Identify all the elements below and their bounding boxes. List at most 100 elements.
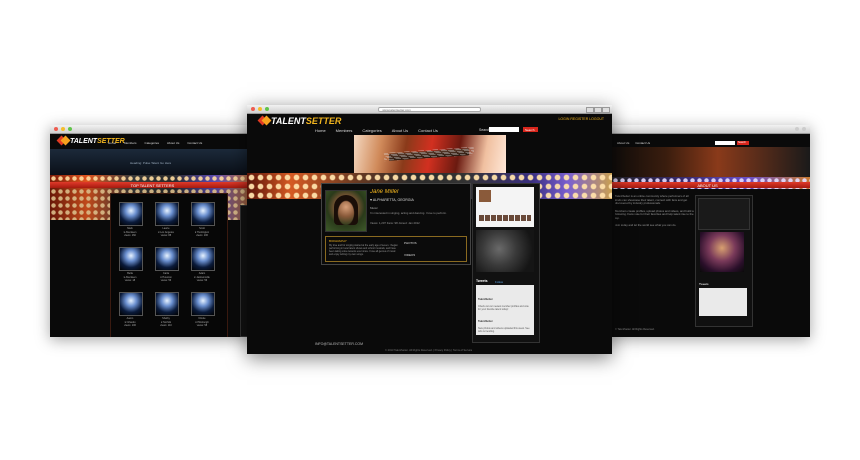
profile-panel: Jane Miller ♥ ALPHARETTA, GEORGIA Music …	[321, 183, 471, 265]
center-browser-window: www.talentsetter.com TALENTSETTER LOGIN …	[247, 105, 612, 354]
logo-text-a: TALENT	[70, 137, 98, 145]
talent-thumb[interactable]	[191, 202, 215, 226]
left-nav: Home Members Categories About Us Contact…	[108, 141, 202, 145]
profile-hair	[334, 195, 358, 225]
nav-home[interactable]: Home	[315, 128, 326, 133]
right-search-button-label: Search	[738, 141, 746, 144]
talent-thumb[interactable]	[155, 247, 179, 271]
talent-meta: views: 110	[160, 324, 172, 327]
right-tweet-list	[699, 288, 747, 316]
talent-thumb[interactable]	[191, 292, 215, 316]
sidebar-link-photos[interactable]: PHOTOS	[404, 241, 417, 245]
talent-meta: views: 106	[124, 324, 136, 327]
nav-home[interactable]: Home	[108, 141, 116, 145]
talent-thumb[interactable]	[155, 292, 179, 316]
talent-thumb[interactable]	[191, 247, 215, 271]
tweets-heading: Tweets	[476, 279, 488, 283]
hero-banner-guitar	[354, 135, 506, 173]
nav-members[interactable]: Members	[336, 128, 353, 133]
talent-meta: views: 56	[160, 279, 172, 282]
logo-text-b: SETTER	[305, 116, 342, 126]
profile-photo[interactable]	[325, 190, 367, 232]
sidebar-thumbs	[479, 215, 531, 221]
profile-location: ♥ ALPHARETTA, GEORGIA	[370, 198, 414, 202]
nav-contact[interactable]: Contact Us	[187, 141, 202, 145]
center-sidebar: Tweets Follow TalentSetter Check out our…	[472, 183, 540, 343]
center-url-bar[interactable]: www.talentsetter.com	[378, 106, 481, 112]
talent-meta: views: 106	[196, 234, 208, 237]
about-paragraph-2: Members create profiles, upload photos a…	[615, 208, 694, 220]
talent-meta: views: 58	[196, 324, 208, 327]
talent-meta: views: 88	[160, 234, 172, 237]
window-zoom-icon[interactable]	[594, 107, 602, 113]
tweet-list: TalentSetter Check out our newest member…	[476, 285, 534, 335]
right-footer: © TalentSetter. All Rights Reserved.	[615, 328, 655, 331]
nav-about[interactable]: About Us	[617, 141, 629, 145]
center-browser-chrome: www.talentsetter.com	[247, 105, 612, 114]
search-button[interactable]: Search	[523, 127, 538, 132]
footer-email[interactable]: INFO@TALENTSETTER.COM	[315, 342, 363, 346]
right-sidebar-photo[interactable]	[700, 232, 744, 272]
profile-category: Music	[370, 206, 378, 210]
logo-diamond-icon	[58, 136, 68, 146]
right-sidebar: Tweets	[695, 195, 753, 327]
profile-name: Jane Miller	[370, 189, 400, 195]
left-browser-chrome	[50, 125, 255, 134]
profile-stats: Views: 1,207 Fans: 98 Joined: Jan 2012	[370, 221, 420, 225]
sidebar-avatar[interactable]	[479, 190, 491, 202]
profile-description: I'm interested in singing, acting and da…	[370, 211, 447, 215]
search-button-label: Search	[525, 127, 535, 132]
left-talent-grid: Mark ♥ Aberdeen views: 160 Laurie ♥ Los Ange…	[110, 193, 228, 337]
bio-box: BIOGRAPHY My love and for singing starte…	[325, 236, 467, 262]
left-banner: Heading: Pulse Talent Go Here	[50, 149, 255, 175]
talent-meta: views: 56	[196, 279, 208, 282]
bio-heading: BIOGRAPHY	[329, 239, 347, 243]
search-input[interactable]	[489, 127, 519, 132]
talent-thumb[interactable]	[119, 247, 143, 271]
talent-thumb[interactable]	[119, 292, 143, 316]
tweet-item: TalentSetter New photos and videos uploa…	[478, 309, 532, 333]
right-sidebar-profile-box	[698, 198, 750, 230]
nav-about[interactable]: About Us	[392, 128, 408, 133]
right-search-button[interactable]: Search	[737, 141, 749, 145]
top-account-links[interactable]: LOGIN REGISTER LOGOUT	[558, 117, 604, 121]
about-paragraph-1: TalentSetter is an online community wher…	[615, 194, 689, 205]
tweet-user[interactable]: TalentSetter	[478, 320, 493, 323]
left-banner-caption: Heading: Pulse Talent Go Here	[130, 161, 172, 165]
talent-thumb[interactable]	[119, 202, 143, 226]
sidebar-video-thumb[interactable]	[476, 230, 534, 272]
nav-about[interactable]: About Us	[167, 141, 179, 145]
nav-categories[interactable]: Categories	[362, 128, 381, 133]
right-search-input[interactable]	[715, 141, 735, 145]
right-nav: About Us Contact Us	[617, 141, 650, 145]
nav-categories[interactable]: Categories	[145, 141, 160, 145]
left-browser-window: TALENTSETTER Home Members Categories Abo…	[50, 125, 255, 337]
talent-thumb[interactable]	[155, 202, 179, 226]
guitar-strings	[383, 146, 475, 162]
nav-members[interactable]: Members	[124, 141, 137, 145]
center-logo[interactable]: TALENTSETTER	[259, 116, 341, 126]
tweet-text: New photos and videos uploaded this week…	[478, 327, 530, 333]
talent-meta: views: 160	[124, 234, 136, 237]
right-browser-window: About Us Contact Us Search ABOUT US Tale…	[605, 125, 810, 337]
logo-diamond-icon	[259, 116, 269, 126]
right-section-title: ABOUT US	[697, 183, 718, 188]
window-minimize-icon[interactable]	[586, 107, 594, 113]
tweets-follow-button[interactable]: Follow	[495, 280, 503, 284]
window-close-icon[interactable]	[602, 107, 610, 113]
bio-text: My love and for singing started at the e…	[329, 244, 398, 256]
logo-text-a: TALENT	[271, 116, 306, 126]
right-content: TalentSetter is an online community wher…	[615, 194, 695, 228]
talent-meta: views: 18	[124, 279, 136, 282]
right-section-bar: ABOUT US	[605, 182, 810, 188]
sidebar-link-videos[interactable]: VIDEOS	[404, 253, 415, 257]
footer-copyright: © 2013 TalentSetter. All Rights Reserved…	[385, 349, 473, 352]
about-paragraph-3: Join today and let the world see what yo…	[615, 223, 677, 227]
center-nav: Home Members Categories About Us Contact…	[315, 128, 438, 133]
nav-contact[interactable]: Contact Us	[418, 128, 438, 133]
right-tweets-heading: Tweets	[699, 282, 709, 286]
nav-contact[interactable]: Contact Us	[635, 141, 650, 145]
right-browser-chrome	[605, 125, 810, 134]
tweet-user[interactable]: TalentSetter	[478, 298, 493, 301]
right-banner	[605, 147, 810, 177]
